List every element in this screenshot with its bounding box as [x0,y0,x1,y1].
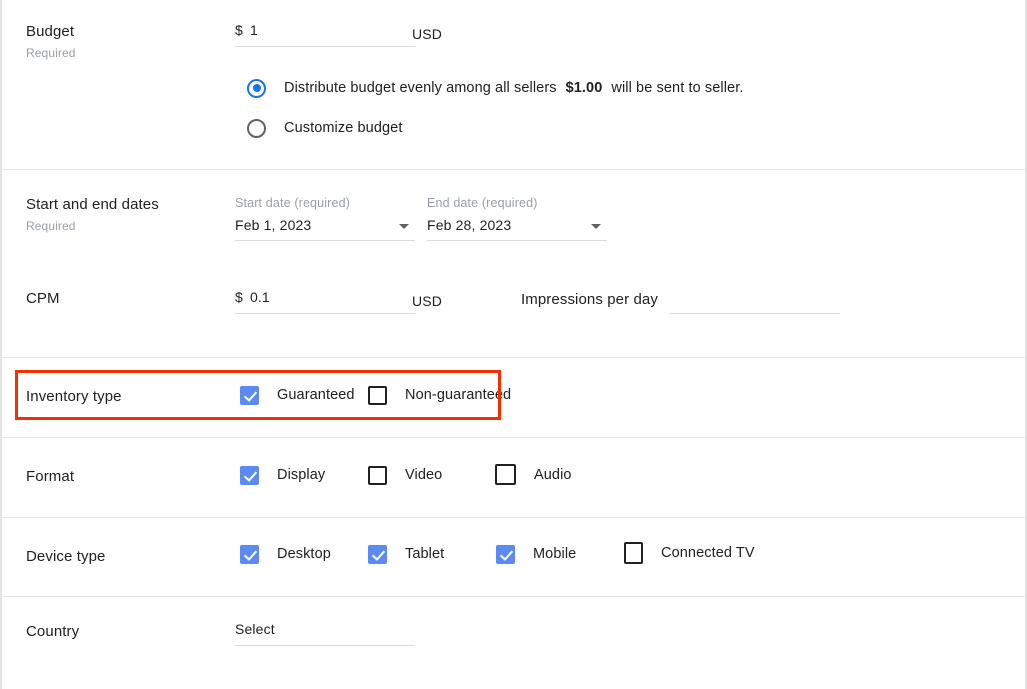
checkbox-audio-icon[interactable] [495,464,516,485]
budget-label: Budget [26,23,75,40]
budget-option-distribute-tail: will be sent to seller. [611,80,744,96]
device-option-connected-tv-label: Connected TV [661,545,755,561]
cpm-amount-value: 0.1 [249,289,270,305]
inventory-option-non-guaranteed-label: Non-guaranteed [405,387,512,403]
checkbox-non-guaranteed-icon[interactable] [368,385,387,405]
checkbox-tablet-icon[interactable] [368,544,387,564]
end-date-float-label: End date (required) [427,196,538,210]
section-country: Country Select [2,597,1025,689]
budget-option-customize[interactable]: Customize budget [247,118,402,138]
inventory-type-label-group: Inventory type [26,387,226,407]
section-device-type: Device type Desktop Tablet Mobile Connec… [2,518,1025,597]
country-label-group: Country [26,622,226,642]
format-label: Format [26,468,75,485]
device-option-mobile-label: Mobile [533,546,577,562]
inventory-option-guaranteed[interactable]: Guaranteed [240,385,355,405]
inventory-option-guaranteed-label: Guaranteed [277,387,355,403]
start-date-select[interactable]: Start date (required) Feb 1, 2023 [235,195,415,241]
chevron-down-icon[interactable] [591,224,601,229]
format-option-video[interactable]: Video [368,465,442,485]
checkbox-desktop-icon[interactable] [240,544,259,564]
budget-required-note: Required [26,46,76,60]
format-label-group: Format [26,467,226,487]
chevron-down-icon[interactable] [399,224,409,229]
budget-amount-text: $1 [235,20,415,46]
device-option-desktop[interactable]: Desktop [240,544,331,564]
cpm-amount-text: $0.1 [235,287,415,313]
budget-amount-input[interactable]: $1 [235,20,415,47]
inventory-type-label: Inventory type [26,388,122,405]
checkbox-guaranteed-icon[interactable] [240,385,259,405]
budget-currency-prefix: $ [235,22,243,38]
country-select[interactable]: Select [235,619,415,646]
format-option-video-label: Video [405,467,443,483]
radio-distribute-icon[interactable] [247,78,266,98]
section-format: Format Display Video Audio [2,438,1025,518]
section-inventory-type: Inventory type Guaranteed Non-guaranteed [2,358,1025,438]
budget-option-distribute-amount: $1.00 [565,80,603,96]
end-date-value: Feb 28, 2023 [427,217,512,233]
radio-customize-icon[interactable] [247,118,266,138]
impressions-per-day-input[interactable] [670,287,840,314]
checkbox-video-icon[interactable] [368,465,387,485]
end-date-select[interactable]: End date (required) Feb 28, 2023 [427,195,607,241]
device-option-connected-tv[interactable]: Connected TV [624,542,755,564]
device-option-mobile[interactable]: Mobile [496,544,576,564]
section-dates-cpm: Start and end dates Required Start date … [2,170,1025,358]
format-option-display[interactable]: Display [240,465,325,485]
checkbox-mobile-icon[interactable] [496,544,515,564]
dates-label-group: Start and end dates Required [26,195,226,234]
cpm-amount-input[interactable]: $0.1 [235,287,415,314]
device-option-tablet-label: Tablet [405,546,445,562]
device-option-tablet[interactable]: Tablet [368,544,444,564]
budget-option-distribute[interactable]: Distribute budget evenly among all selle… [247,78,743,98]
budget-currency-unit: USD [412,26,443,42]
impressions-per-day-value [670,287,840,313]
format-option-audio-label: Audio [534,466,572,483]
cpm-currency-prefix: $ [235,289,243,305]
cpm-currency-unit: USD [412,293,443,309]
dates-label: Start and end dates [26,196,159,213]
inventory-option-non-guaranteed[interactable]: Non-guaranteed [368,385,511,405]
device-type-label-group: Device type [26,547,226,567]
budget-amount-value: 1 [249,22,258,38]
budget-option-customize-label: Customize budget [284,120,403,136]
start-date-float-label: Start date (required) [235,196,351,210]
checkbox-display-icon[interactable] [240,465,259,485]
cpm-label: CPM [26,290,60,307]
budget-option-distribute-label: Distribute budget evenly among all selle… [284,80,557,96]
campaign-settings-form: Budget Required $1 USD Distribute budget… [0,0,1027,689]
section-budget: Budget Required $1 USD Distribute budget… [2,0,1025,170]
device-option-desktop-label: Desktop [277,546,331,562]
dates-required-note: Required [26,219,76,233]
checkbox-connected-tv-icon[interactable] [624,542,643,564]
device-type-label: Device type [26,548,106,565]
format-option-display-label: Display [277,467,326,483]
country-select-value: Select [235,621,275,637]
impressions-per-day-label: Impressions per day [521,291,658,308]
format-option-audio[interactable]: Audio [495,464,572,485]
country-label: Country [26,623,80,640]
start-date-value: Feb 1, 2023 [235,217,312,233]
budget-label-group: Budget Required [26,22,226,61]
cpm-label-group: CPM [26,289,226,309]
